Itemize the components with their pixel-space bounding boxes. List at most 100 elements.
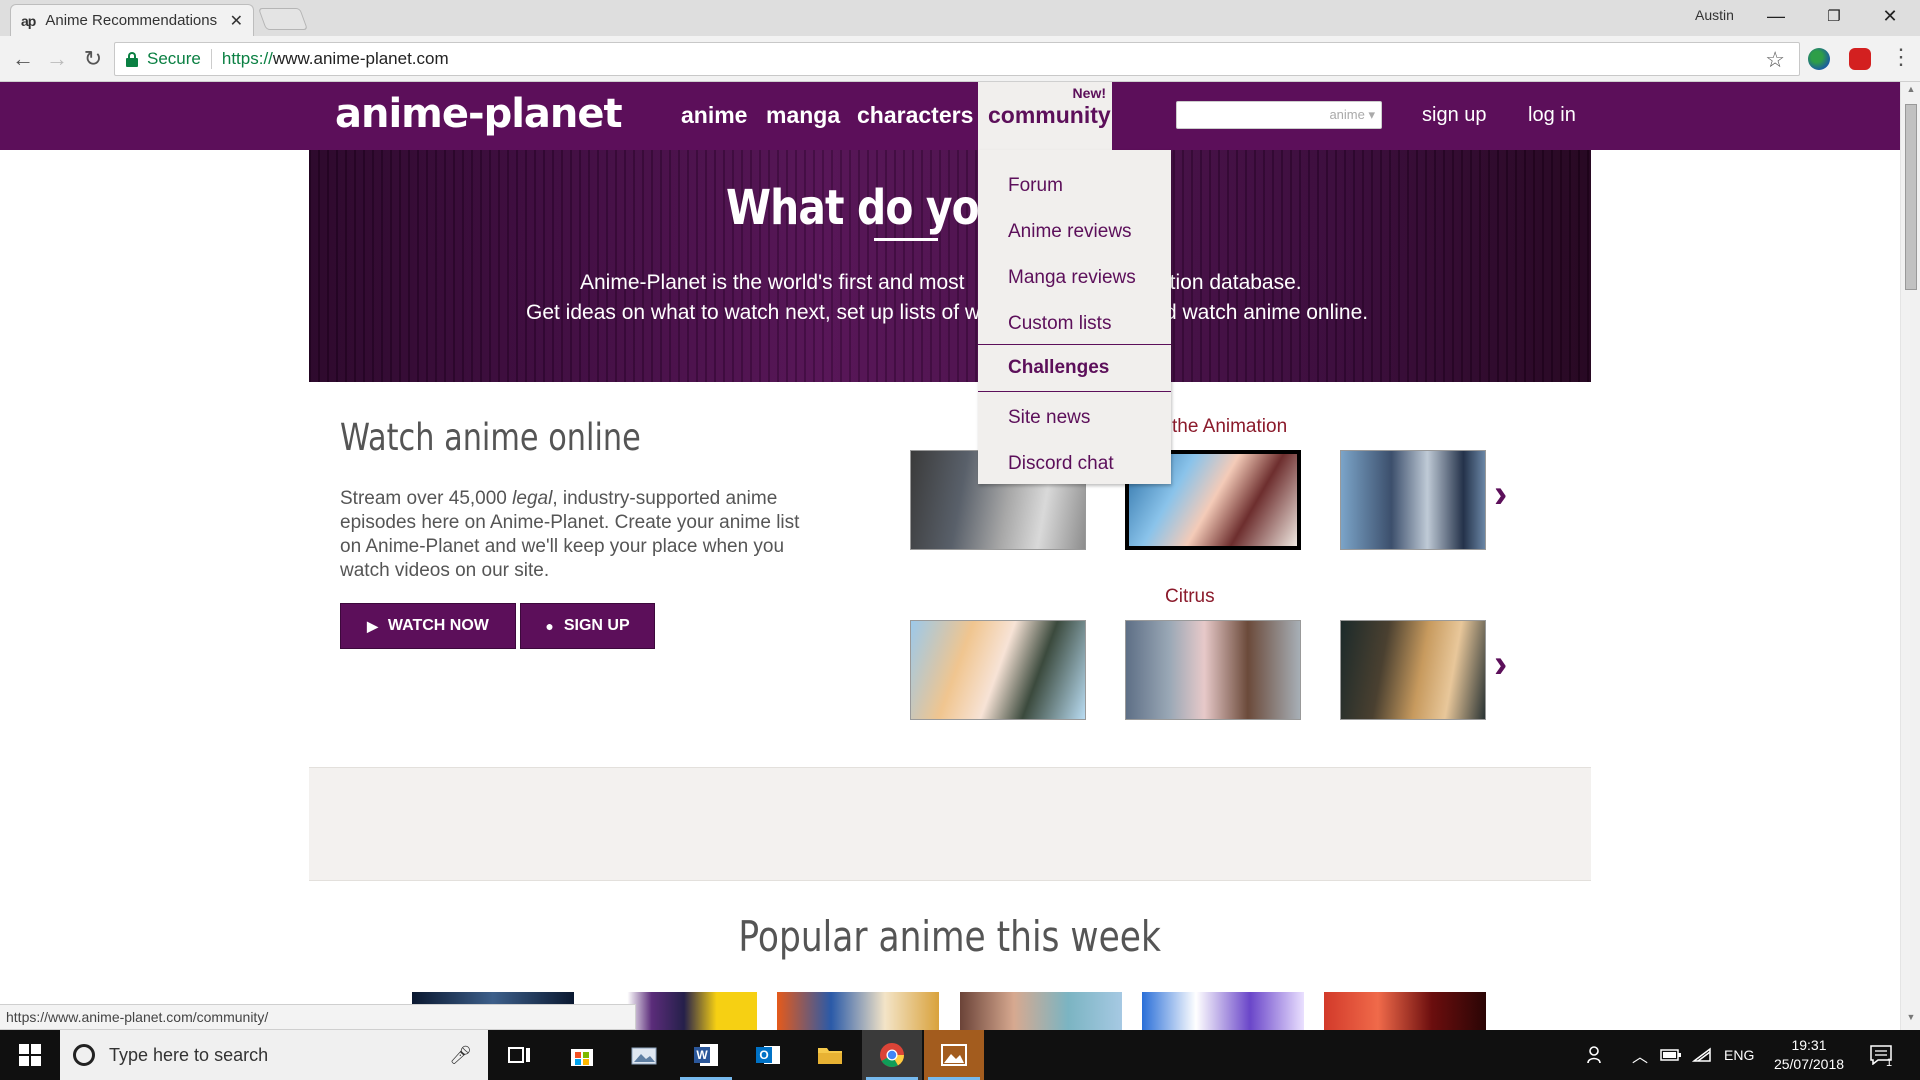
watch-description: Stream over 45,000 legal, industry-suppo… [340,487,820,583]
svg-text:W: W [696,1048,708,1062]
windows-start-icon[interactable] [0,1030,60,1080]
dropdown-site-news[interactable]: Site news [1008,407,1090,429]
dropdown-challenges[interactable]: Challenges [978,344,1171,392]
hero-text-line1-left: Anime-Planet is the world's first and mo… [580,271,965,294]
dropdown-anime-reviews[interactable]: Anime reviews [1008,221,1132,243]
minimize-icon[interactable]: — [1748,0,1804,32]
search-scope-select[interactable]: anime ▾ [1329,107,1375,123]
extension-globe-icon[interactable] [1808,48,1830,70]
anime-poster[interactable] [777,992,939,1030]
new-badge: New! [1072,85,1106,101]
chrome-menu-icon[interactable]: ⋮ [1890,44,1912,70]
tab-close-icon[interactable]: ✕ [230,11,243,31]
forward-icon[interactable]: → [42,44,72,74]
nav-community[interactable]: New! community [978,82,1112,150]
community-dropdown-menu: Forum Anime reviews Manga reviews Custom… [978,150,1171,484]
headline-underline [874,238,938,241]
episode-thumbnail[interactable] [1340,450,1486,550]
nav-anime[interactable]: anime [681,102,747,129]
anime-poster[interactable] [1142,992,1304,1030]
carousel-next-icon[interactable]: › [1494,472,1507,517]
site-header: anime-planet anime manga characters New!… [0,82,1900,150]
nav-characters[interactable]: characters [857,102,973,129]
word-icon[interactable]: W [676,1030,736,1080]
browser-tab-strip: ap Anime Recommendations ✕ Austin — ❐ ✕ [0,0,1920,36]
site-favicon-icon: ap [21,12,36,29]
search-scope-label: anime [1329,107,1365,122]
user-icon: ● [545,618,554,634]
url-scheme: https:// [221,49,273,68]
nav-manga[interactable]: manga [766,102,840,129]
restore-icon[interactable]: ❐ [1806,0,1862,32]
microsoft-store-icon[interactable] [552,1030,612,1080]
window-close-icon[interactable]: ✕ [1862,0,1918,32]
file-explorer-icon[interactable] [800,1030,860,1080]
microphone-icon[interactable]: 🎤︎ [449,1045,472,1066]
address-divider [210,49,212,69]
scroll-up-icon[interactable]: ▲ [1901,84,1920,100]
status-bar-url: https://www.anime-planet.com/community/ [0,1004,636,1030]
episode-thumbnail[interactable] [910,620,1086,720]
browser-toolbar: ← → ↻ Secure https:// www.anime-planet.c… [0,36,1920,82]
page-viewport: anime-planet anime manga characters New!… [0,82,1900,1030]
task-view-icon[interactable] [490,1030,550,1080]
windows-taskbar: Type here to search 🎤︎ W O ︿ ENG 19:31 2… [0,1030,1920,1080]
episode-thumbnail[interactable] [1340,620,1486,720]
outlook-icon[interactable]: O [738,1030,798,1080]
taskbar-search-placeholder: Type here to search [109,1044,269,1065]
svg-text:O: O [759,1048,768,1062]
site-logo[interactable]: anime-planet [335,91,623,137]
chrome-icon[interactable] [862,1030,922,1080]
dropdown-manga-reviews[interactable]: Manga reviews [1008,267,1136,289]
watch-now-button[interactable]: ▶ WATCH NOW [340,603,516,649]
hero-text-line2-right: d watch anime online. [1165,301,1369,324]
dropdown-custom-lists[interactable]: Custom lists [1008,313,1111,335]
episode-thumbnail[interactable] [1125,620,1301,720]
cortana-icon[interactable] [73,1044,95,1066]
anime-poster[interactable] [1324,992,1486,1030]
site-search-input[interactable]: anime ▾ [1176,101,1382,129]
page-scrollbar[interactable]: ▲ ▼ [1900,82,1920,1030]
show-hidden-icons-chevron-icon[interactable]: ︿ [1632,1030,1648,1080]
photos-app-icon[interactable] [614,1030,674,1080]
carousel-title-1[interactable]: the Animation [1172,416,1287,438]
scroll-down-icon[interactable]: ▼ [1901,1012,1920,1028]
scrollbar-thumb[interactable] [1905,104,1917,290]
play-icon: ▶ [367,617,378,634]
carousel-next-icon[interactable]: › [1494,642,1507,687]
tab-title: Anime Recommendations [45,12,218,29]
carousel-title-2[interactable]: Citrus [1165,586,1215,608]
hero-text-line1-right: ation database. [1158,271,1302,294]
watch-now-label: WATCH NOW [387,617,489,634]
popular-section-title: Popular anime this week [0,912,1900,961]
extension-shield-icon[interactable] [1849,48,1871,70]
image-viewer-icon[interactable] [924,1030,984,1080]
address-bar[interactable]: Secure https:// www.anime-planet.com ☆ [114,42,1800,76]
taskbar-search-box[interactable]: Type here to search 🎤︎ [60,1030,488,1080]
lock-icon [125,51,139,67]
wifi-icon[interactable] [1692,1030,1712,1080]
bookmark-star-icon[interactable]: ☆ [1765,47,1785,73]
hero-banner: What do you re Anime-Planet is the world… [309,150,1591,382]
new-tab-button[interactable] [257,8,309,30]
dropdown-discord-chat[interactable]: Discord chat [1008,453,1114,475]
watch-desc-pre: Stream over 45,000 [340,488,513,509]
browser-tab[interactable]: ap Anime Recommendations ✕ [10,4,254,36]
nav-community-label: community [988,102,1111,128]
watch-section-title: Watch anime online [340,416,641,459]
language-indicator[interactable]: ENG [1724,1030,1754,1080]
sign-up-button[interactable]: ● SIGN UP [520,603,655,649]
anime-poster[interactable] [960,992,1122,1030]
back-icon[interactable]: ← [8,44,38,74]
people-icon[interactable] [1586,1030,1606,1080]
battery-icon[interactable] [1660,1030,1682,1080]
clock-date: 25/07/2018 [1773,1056,1845,1072]
taskbar-clock[interactable]: 19:31 25/07/2018 [1764,1036,1854,1074]
reload-icon[interactable]: ↻ [78,44,108,74]
profile-name[interactable]: Austin [1695,7,1734,23]
screen: ap Anime Recommendations ✕ Austin — ❐ ✕ … [0,0,1920,1080]
signup-link[interactable]: sign up [1422,104,1487,127]
action-center-icon[interactable]: 1 [1870,1030,1892,1080]
dropdown-forum[interactable]: Forum [1008,175,1063,197]
login-link[interactable]: log in [1528,104,1576,127]
